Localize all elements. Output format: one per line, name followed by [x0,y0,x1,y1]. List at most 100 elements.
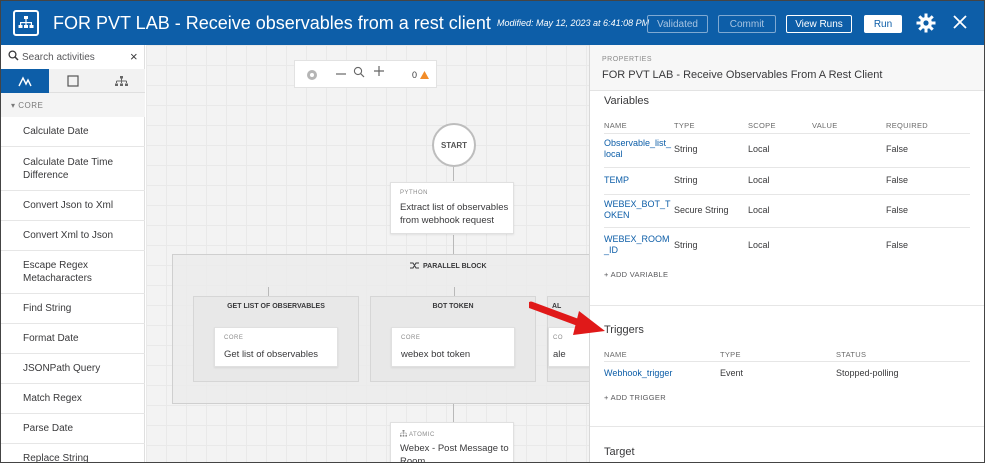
activity-item[interactable]: Calculate Date Time Difference [1,147,145,191]
tab-activities[interactable] [1,69,49,93]
activity-search[interactable]: Search activities × [1,45,145,69]
col-header-scope: SCOPE [748,121,776,130]
node-title: webex bot token [401,349,471,360]
activity-item[interactable]: Convert Json to Xml [1,191,145,221]
run-button[interactable]: Run [864,15,902,33]
activity-item[interactable]: Replace String [1,444,145,462]
trigger-type: Event [720,368,744,378]
divider [604,194,970,195]
activity-tab-icon [18,76,32,87]
branch-bot-token[interactable]: BOT TOKEN CORE webex bot token [370,296,536,382]
activities-sidebar: Search activities × ▾ CORE Calculate Dat… [1,45,145,462]
activity-item[interactable]: Convert Xml to Json [1,221,145,251]
warning-icon [419,71,429,79]
python-activity-node[interactable]: PYTHON Extract list of observables from … [390,182,514,234]
activity-item[interactable]: Parse Date [1,414,145,444]
zoom-in-icon[interactable] [373,65,385,77]
clear-search-icon[interactable]: × [130,49,138,64]
variable-name-link[interactable]: WEBEX_ROOM_ID [604,234,672,256]
view-runs-button[interactable]: View Runs [786,15,852,33]
parallel-block-label: PARALLEL BLOCK [410,262,487,270]
app-window: FOR PVT LAB - Receive observables from a… [0,0,985,463]
col-header-type: TYPE [674,121,695,130]
zoom-out-icon[interactable] [335,68,347,80]
variable-type: Secure String [674,205,729,215]
variable-type: String [674,144,698,154]
core-activity-node[interactable]: CORE webex bot token [391,327,515,367]
variable-scope: Local [748,175,770,185]
properties-header: PROPERTIES FOR PVT LAB - Receive Observa… [590,45,984,91]
activity-item[interactable]: Match Regex [1,384,145,414]
modified-timestamp: Modified: May 12, 2023 at 6:41:08 PM [497,18,650,28]
variables-heading: Variables [604,95,650,107]
atomic-tab-icon [114,75,128,86]
variable-type: String [674,240,698,250]
warning-count-value: 0 [412,70,418,80]
connector [453,167,454,181]
trigger-name-link[interactable]: Webhook_trigger [604,368,672,379]
start-node[interactable]: START [432,123,476,167]
tab-blocks[interactable] [49,69,97,93]
activity-tabs [1,69,145,93]
add-variable-button[interactable]: + ADD VARIABLE [604,270,668,279]
variable-required: False [886,240,909,250]
trigger-status: Stopped-polling [836,368,899,378]
activity-item[interactable]: Find String [1,294,145,324]
node-title: ale [553,349,566,360]
activity-list: Calculate Date Calculate Date Time Diffe… [1,117,145,462]
variable-required: False [886,205,909,215]
zoom-toolbar: 0 [294,60,437,88]
connector [268,287,269,296]
connector [453,404,454,422]
block-tab-icon [67,75,79,87]
search-input[interactable]: Search activities [22,52,95,63]
core-section-header[interactable]: ▾ CORE [1,93,145,117]
atomic-activity-node[interactable]: ATOMIC Webex - Post Message to Room [390,422,514,463]
close-icon[interactable] [951,13,969,31]
atomic-icon [400,430,407,437]
add-trigger-label: ADD TRIGGER [610,393,666,402]
fit-icon[interactable] [306,69,318,81]
divider [604,133,970,134]
col-header-name: NAME [604,121,627,130]
node-title: Webex - Post Message to Room [400,443,509,463]
commit-button[interactable]: Commit [718,15,776,33]
col-header-required: REQUIRED [886,121,928,130]
warning-count[interactable]: 0 [412,70,429,80]
parallel-block[interactable]: PARALLEL BLOCK GET LIST OF OBSERVABLES C… [172,254,589,404]
zoom-search-icon[interactable] [353,66,365,78]
tab-atomics[interactable] [97,69,145,93]
node-title: Extract list of observables from webhook… [400,202,509,226]
variable-scope: Local [748,144,770,154]
variable-name-link[interactable]: TEMP [604,175,629,186]
branch-get-list[interactable]: GET LIST OF OBSERVABLES CORE Get list of… [193,296,359,382]
workflow-canvas[interactable]: 0 START PYTHON Extract list of observabl… [146,45,589,463]
activity-item[interactable]: Format Date [1,324,145,354]
add-trigger-button[interactable]: + ADD TRIGGER [604,393,666,402]
add-variable-label: ADD VARIABLE [610,270,669,279]
col-header-name: NAME [604,350,627,359]
section-divider [590,305,984,306]
connector [453,235,454,254]
properties-title: FOR PVT LAB - Receive Observables From A… [602,69,883,81]
variable-name-link[interactable]: Observable_list_local [604,138,672,160]
divider [604,227,970,228]
core-activity-node[interactable]: CORE Get list of observables [214,327,338,367]
variable-required: False [886,144,909,154]
variable-name-link[interactable]: WEBEX_BOT_TOKEN [604,199,672,221]
col-header-status: STATUS [836,350,867,359]
annotation-arrow-icon [529,301,605,335]
node-title: Get list of observables [224,349,318,360]
properties-label: PROPERTIES [602,56,652,63]
variable-type: String [674,175,698,185]
gear-icon[interactable] [916,13,936,33]
top-header: FOR PVT LAB - Receive observables from a… [1,1,984,45]
triggers-heading: Triggers [604,324,644,336]
activity-item[interactable]: Escape Regex Metacharacters [1,251,145,294]
col-header-type: TYPE [720,350,741,359]
activity-item[interactable]: JSONPath Query [1,354,145,384]
node-kind: PYTHON [400,190,429,196]
activity-item[interactable]: Calculate Date [1,117,145,147]
variable-required: False [886,175,909,185]
validated-button[interactable]: Validated [647,15,708,33]
